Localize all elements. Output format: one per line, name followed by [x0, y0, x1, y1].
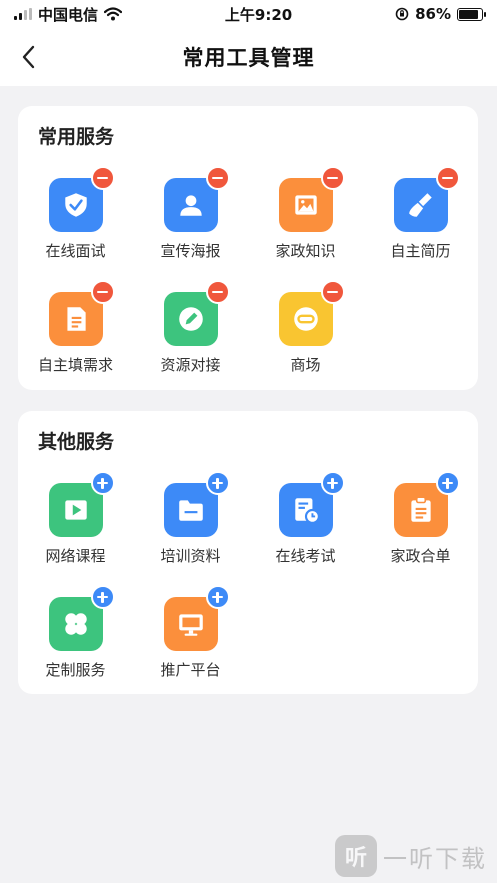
shield-check-icon-glyph	[64, 193, 87, 217]
broom-icon-glyph	[408, 193, 432, 217]
exam-clock-icon-glyph	[294, 498, 320, 524]
service-tile[interactable]: 宣传海报	[133, 164, 248, 262]
service-label: 培训资料	[160, 547, 221, 565]
service-tile[interactable]: 培训资料	[133, 469, 248, 567]
add-badge-icon[interactable]	[205, 585, 230, 609]
document-icon-glyph	[66, 307, 86, 331]
add-badge-icon[interactable]	[90, 471, 115, 495]
clover-icon-glyph	[64, 613, 87, 635]
service-tile[interactable]: 资源对接	[133, 278, 248, 376]
status-time: 上午9:20	[224, 5, 293, 24]
service-tile[interactable]: 家政知识	[248, 164, 363, 262]
battery-percent: 86%	[415, 5, 451, 23]
service-label: 家政合单	[390, 547, 451, 565]
chevron-left-icon[interactable]	[18, 44, 42, 70]
service-tile[interactable]: 推广平台	[133, 583, 248, 681]
carrier-name: 中国电信	[38, 5, 99, 24]
battery-level	[458, 9, 478, 19]
add-badge-icon[interactable]	[435, 471, 460, 495]
wifi-icon	[104, 7, 123, 21]
remove-badge-icon[interactable]	[320, 166, 345, 190]
section-title-common: 常用服务	[38, 126, 115, 148]
status-bar-right: 86%	[395, 5, 486, 23]
play-video-icon[interactable]	[48, 471, 115, 537]
service-tile[interactable]: 自主简历	[363, 164, 478, 262]
remove-badge-icon[interactable]	[320, 280, 345, 304]
pencil-icon-glyph	[178, 307, 203, 331]
signal-icon	[14, 8, 32, 20]
service-label: 在线面试	[45, 242, 106, 260]
service-label: 宣传海报	[160, 242, 221, 260]
watermark-text: 一听下载	[383, 844, 487, 873]
service-tile[interactable]: 网络课程	[18, 469, 133, 567]
person-card-icon-glyph	[179, 195, 202, 216]
person-card-icon[interactable]	[163, 166, 230, 232]
remove-badge-icon[interactable]	[435, 166, 460, 190]
service-label: 自主简历	[390, 242, 451, 260]
service-tile[interactable]: 自主填需求	[18, 278, 133, 376]
service-label: 推广平台	[160, 661, 221, 679]
picture-icon[interactable]	[278, 166, 345, 232]
other-services-grid: 网络课程 培训资料 在线考试 家政合单定制服务 推广平台	[18, 469, 478, 681]
section-title-other: 其他服务	[38, 431, 115, 453]
service-label: 家政知识	[275, 242, 336, 260]
service-tile[interactable]: 在线面试	[18, 164, 133, 262]
pencil-icon[interactable]	[163, 280, 230, 346]
common-services-card: 常用服务 在线面试 宣传海报 家政知识 自主简历自主填需求 资源对接 商场	[18, 106, 478, 390]
picture-icon-glyph	[294, 195, 317, 215]
watermark: 听 一听下载	[335, 835, 487, 877]
service-tile[interactable]: 定制服务	[18, 583, 133, 681]
battery-icon	[456, 7, 486, 21]
service-tile[interactable]: 在线考试	[248, 469, 363, 567]
orientation-lock-icon	[395, 7, 409, 21]
status-bar: 中国电信 上午9:20 86%	[0, 0, 497, 28]
add-badge-icon[interactable]	[320, 471, 345, 495]
service-tile[interactable]: 商场	[248, 278, 363, 376]
clover-icon[interactable]	[48, 585, 115, 651]
clipboard-icon[interactable]	[393, 471, 460, 537]
status-bar-left: 中国电信	[14, 4, 123, 25]
service-label: 网络课程	[45, 547, 106, 565]
page-title: 常用工具管理	[182, 46, 315, 70]
monitor-icon[interactable]	[163, 585, 230, 651]
monitor-icon-glyph	[178, 614, 203, 636]
shield-check-icon[interactable]	[48, 166, 115, 232]
folder-icon-glyph	[178, 500, 203, 521]
link-icon[interactable]	[278, 280, 345, 346]
watermark-logo: 听	[335, 835, 377, 877]
other-services-card: 其他服务 网络课程 培训资料 在线考试 家政合单定制服务 推广平台	[18, 411, 478, 694]
remove-badge-icon[interactable]	[90, 166, 115, 190]
service-tile[interactable]: 家政合单	[363, 469, 478, 567]
service-label: 定制服务	[45, 661, 106, 679]
service-label: 商场	[290, 356, 321, 374]
document-icon[interactable]	[48, 280, 115, 346]
add-badge-icon[interactable]	[90, 585, 115, 609]
clipboard-icon-glyph	[410, 496, 431, 522]
service-label: 自主填需求	[37, 356, 113, 374]
add-badge-icon[interactable]	[205, 471, 230, 495]
link-icon-glyph	[293, 307, 318, 331]
play-video-icon-glyph	[64, 500, 87, 520]
remove-badge-icon[interactable]	[205, 280, 230, 304]
folder-icon[interactable]	[163, 471, 230, 537]
nav-bar: 常用工具管理	[0, 28, 497, 86]
broom-icon[interactable]	[393, 166, 460, 232]
service-label: 资源对接	[160, 356, 221, 374]
service-label: 在线考试	[275, 547, 336, 565]
remove-badge-icon[interactable]	[90, 280, 115, 304]
common-services-grid: 在线面试 宣传海报 家政知识 自主简历自主填需求 资源对接 商场	[18, 164, 478, 376]
exam-clock-icon[interactable]	[278, 471, 345, 537]
remove-badge-icon[interactable]	[205, 166, 230, 190]
